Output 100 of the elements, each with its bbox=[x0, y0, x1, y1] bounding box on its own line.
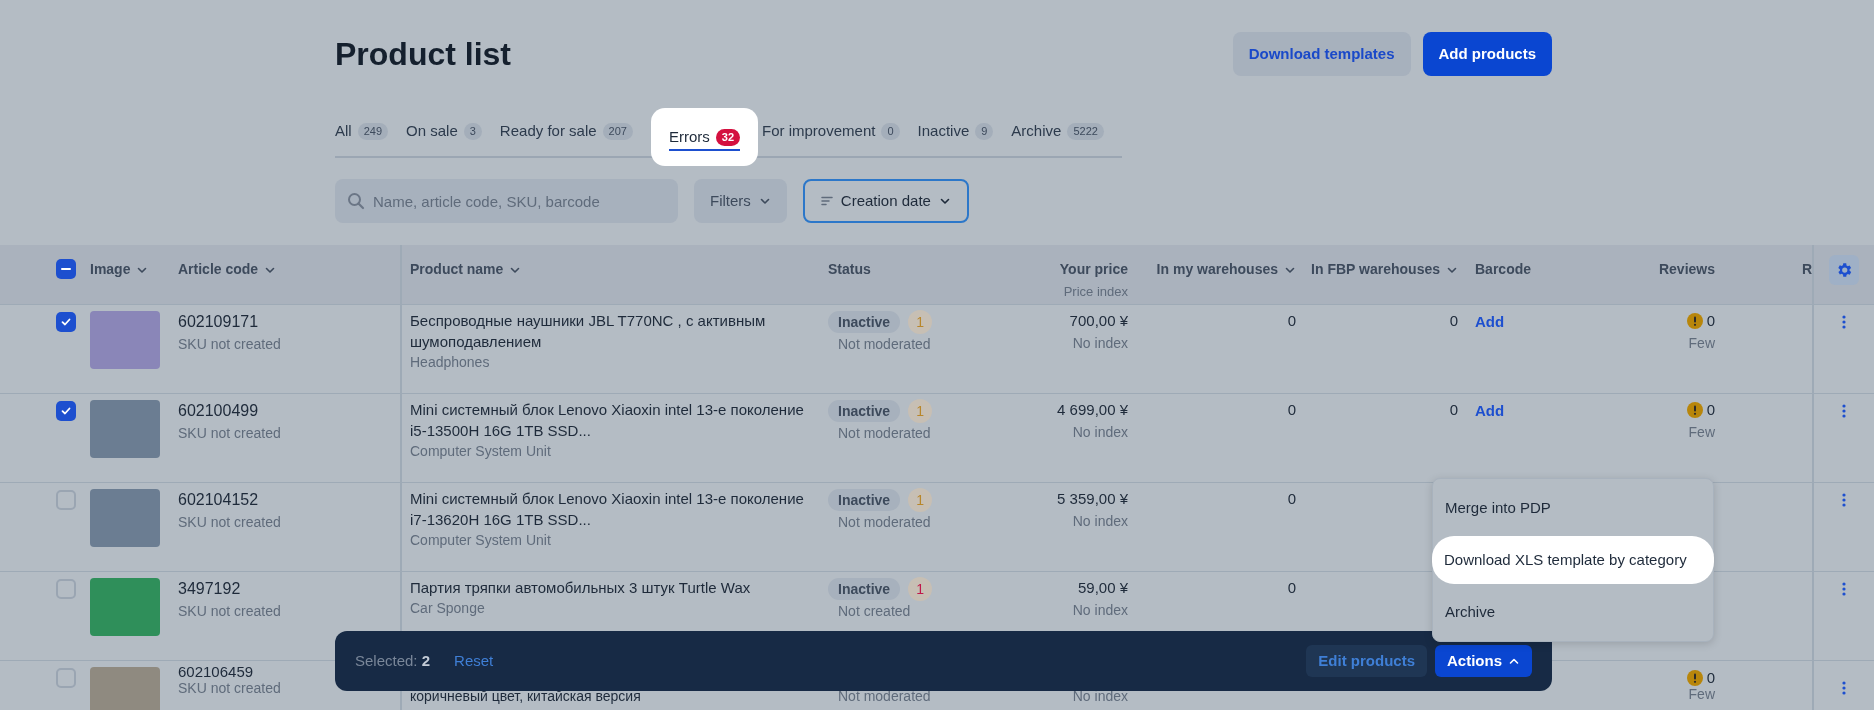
column-header[interactable]: Article code bbox=[178, 259, 277, 280]
more-icon[interactable] bbox=[1842, 315, 1846, 329]
reviews-note: Few bbox=[1688, 422, 1715, 442]
column-header: Status bbox=[828, 260, 871, 279]
add-barcode-link[interactable]: Add bbox=[1475, 313, 1505, 330]
status-note: Not moderated bbox=[837, 513, 932, 532]
checkbox[interactable] bbox=[56, 259, 76, 279]
product-photo bbox=[90, 311, 160, 369]
stock-value: 0 bbox=[1287, 489, 1296, 509]
tab-label: Ready for sale bbox=[499, 120, 597, 141]
column-header: Your price bbox=[1059, 260, 1128, 279]
tab-count: 0 bbox=[881, 122, 900, 140]
article-code: 602104152 bbox=[178, 490, 260, 510]
article-code: 602100499 bbox=[178, 401, 260, 421]
checkbox[interactable] bbox=[56, 401, 76, 421]
tab-label: All bbox=[335, 120, 352, 141]
tab-label: For improvement bbox=[762, 120, 876, 141]
column-header[interactable]: Product name bbox=[410, 259, 522, 280]
tab[interactable]: Archive 5222 bbox=[1011, 108, 1122, 154]
reviews-note: Few bbox=[1688, 333, 1715, 353]
product-name: коричневый цвет, китайская версия bbox=[410, 688, 642, 704]
edit-products-button[interactable]: Edit products bbox=[1306, 645, 1427, 677]
tab[interactable]: Errors 32 bbox=[650, 108, 759, 166]
column-header: Barcode bbox=[1475, 260, 1532, 279]
checkbox[interactable] bbox=[56, 490, 76, 510]
tab-label: Archive bbox=[1011, 120, 1062, 141]
price: 59,00 ¥ bbox=[1077, 578, 1128, 598]
article-code: 602109171 bbox=[178, 312, 260, 332]
product-category: Headphones bbox=[410, 353, 491, 372]
column-header: R bbox=[1801, 260, 1812, 279]
column-header[interactable]: In FBP warehouses bbox=[1311, 259, 1458, 280]
menu-item[interactable]: Archive bbox=[1433, 590, 1713, 633]
tab-count: 32 bbox=[715, 128, 741, 146]
more-icon[interactable] bbox=[1842, 681, 1846, 695]
tab-count: 249 bbox=[357, 122, 389, 140]
tab[interactable]: All 249 bbox=[335, 108, 407, 154]
status-badge: Inactive bbox=[828, 400, 901, 422]
search-icon bbox=[347, 192, 365, 210]
price-index: No index bbox=[1072, 600, 1128, 620]
tab[interactable]: On sale 3 bbox=[406, 108, 500, 154]
more-icon[interactable] bbox=[1842, 493, 1846, 507]
menu-item[interactable]: Download XLS template by category bbox=[1432, 535, 1714, 585]
tab[interactable]: Inactive 9 bbox=[917, 108, 1012, 154]
sku-note: SKU not created bbox=[178, 424, 282, 443]
reviews-count: 0 bbox=[1706, 670, 1715, 686]
checkbox[interactable] bbox=[56, 312, 76, 332]
price: 5 359,00 ¥ bbox=[1057, 489, 1128, 509]
add-barcode-link[interactable]: Add bbox=[1475, 402, 1505, 419]
stock-value: 0 bbox=[1287, 400, 1296, 420]
check-icon bbox=[60, 405, 72, 417]
price-index: No index bbox=[1072, 422, 1128, 442]
status-badge: Inactive bbox=[828, 578, 901, 600]
sort-icon bbox=[820, 196, 833, 206]
product-category: Car Sponge bbox=[410, 599, 486, 618]
actions-button[interactable]: Actions bbox=[1435, 645, 1532, 677]
tab[interactable]: For improvement 0 bbox=[762, 108, 918, 154]
product-photo bbox=[90, 400, 160, 458]
tab-label: Inactive bbox=[917, 120, 970, 141]
status-badge: Inactive bbox=[828, 489, 901, 511]
product-photo bbox=[90, 578, 160, 636]
stock-value: 0 bbox=[1449, 400, 1458, 420]
column-subheader: Price index bbox=[1063, 283, 1128, 301]
add-button[interactable]: Add products bbox=[1422, 32, 1552, 76]
reviews-count: 0 bbox=[1706, 400, 1715, 420]
more-icon[interactable] bbox=[1842, 404, 1846, 418]
download-button[interactable]: Download templates bbox=[1232, 32, 1411, 76]
reviews-count: 0 bbox=[1706, 311, 1715, 331]
tab-count: 207 bbox=[602, 122, 633, 140]
more-icon[interactable] bbox=[1842, 582, 1846, 596]
tab[interactable]: Ready for sale 207 bbox=[499, 108, 651, 154]
column-header[interactable]: Image bbox=[90, 259, 149, 280]
article-code: 3497192 bbox=[178, 579, 242, 599]
selected-count: Selected: 2 bbox=[355, 650, 431, 671]
sku-note: SKU not created bbox=[178, 335, 282, 354]
sku-note: SKU not created bbox=[178, 513, 282, 532]
warning-icon bbox=[1686, 670, 1703, 686]
sku-note: SKU not created bbox=[178, 602, 282, 621]
article-code: 602106459 bbox=[178, 664, 255, 680]
filters-button[interactable]: Filters bbox=[694, 179, 787, 223]
checkbox[interactable] bbox=[56, 579, 76, 599]
product-name: Mini системный блок Lenovo Xiaoxin intel 13-е поколение i5-13500H 16G 1TB SSD... bbox=[410, 400, 805, 441]
sort-button[interactable]: Creation date bbox=[802, 179, 969, 223]
error-count-badge: 1 bbox=[908, 488, 933, 512]
column-header[interactable]: In my warehouses bbox=[1156, 259, 1296, 280]
error-count-badge: 1 bbox=[908, 399, 933, 423]
menu-item[interactable]: Merge into PDP bbox=[1433, 487, 1713, 530]
price: 4 699,00 ¥ bbox=[1057, 400, 1128, 420]
check-icon bbox=[60, 316, 72, 328]
search-field[interactable]: Name, article code, SKU, barcode bbox=[335, 179, 678, 223]
product-photo bbox=[90, 489, 160, 547]
column-header: Reviews bbox=[1658, 260, 1715, 279]
stock-value: 0 bbox=[1287, 578, 1296, 598]
tab-label: On sale bbox=[406, 120, 458, 141]
reset-button[interactable]: Reset bbox=[454, 649, 494, 673]
price-index: No index bbox=[1072, 333, 1128, 353]
product-name: Беспроводные наушники JBL T770NC , с активным шумоподавлением bbox=[410, 311, 767, 352]
settings-button[interactable] bbox=[1829, 255, 1859, 285]
status-badge: Inactive bbox=[828, 311, 901, 333]
checkbox[interactable] bbox=[56, 668, 76, 688]
reviews-note: Few bbox=[1688, 686, 1715, 702]
